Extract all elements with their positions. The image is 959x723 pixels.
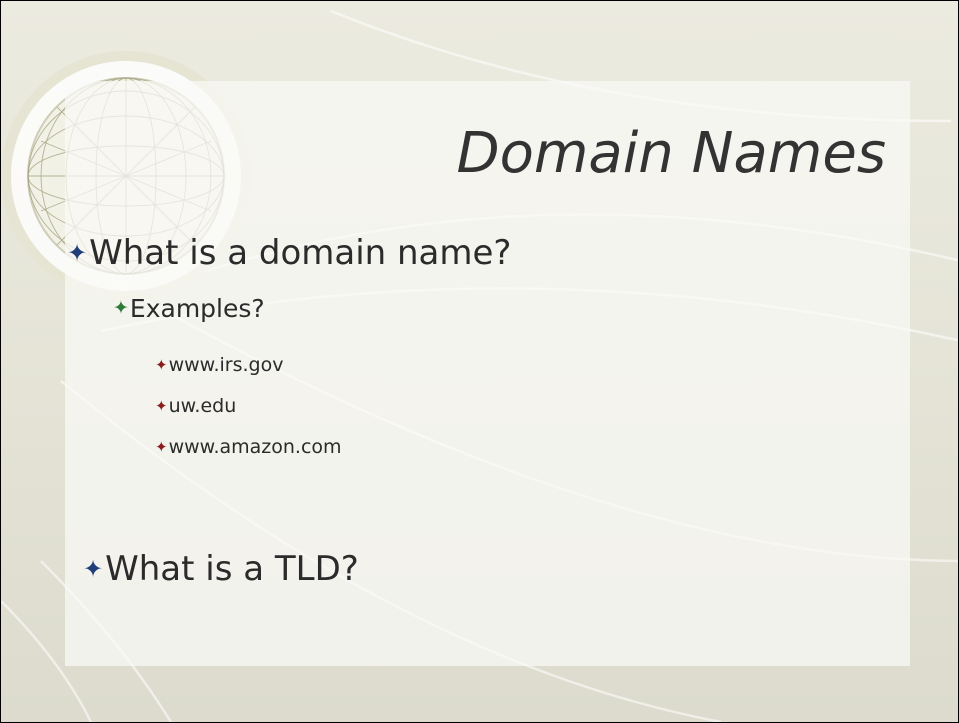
example-text: www.amazon.com — [168, 436, 342, 458]
bullet-text: Examples? — [129, 294, 265, 323]
slide-title: Domain Names — [456, 121, 887, 186]
bullet-what-is-tld: ✦ What is a TLD? — [83, 549, 359, 589]
bullet-examples: ✦ Examples? — [113, 294, 265, 323]
example-item: ✦ www.irs.gov — [155, 354, 283, 376]
example-item: ✦ www.amazon.com — [155, 436, 342, 458]
four-point-star-icon: ✦ — [67, 239, 88, 267]
four-point-star-icon: ✦ — [113, 297, 129, 319]
bullet-text: What is a TLD? — [105, 549, 359, 589]
bullet-text: What is a domain name? — [89, 233, 512, 273]
four-point-star-icon: ✦ — [83, 555, 104, 583]
example-text: uw.edu — [168, 395, 237, 417]
slide: Domain Names ✦ What is a domain name? ✦ … — [0, 0, 959, 723]
bullet-what-is-domain-name: ✦ What is a domain name? — [67, 233, 511, 273]
four-point-star-icon: ✦ — [155, 396, 168, 415]
example-text: www.irs.gov — [168, 354, 284, 376]
four-point-star-icon: ✦ — [155, 437, 168, 456]
example-item: ✦ uw.edu — [155, 395, 236, 417]
four-point-star-icon: ✦ — [155, 355, 168, 374]
